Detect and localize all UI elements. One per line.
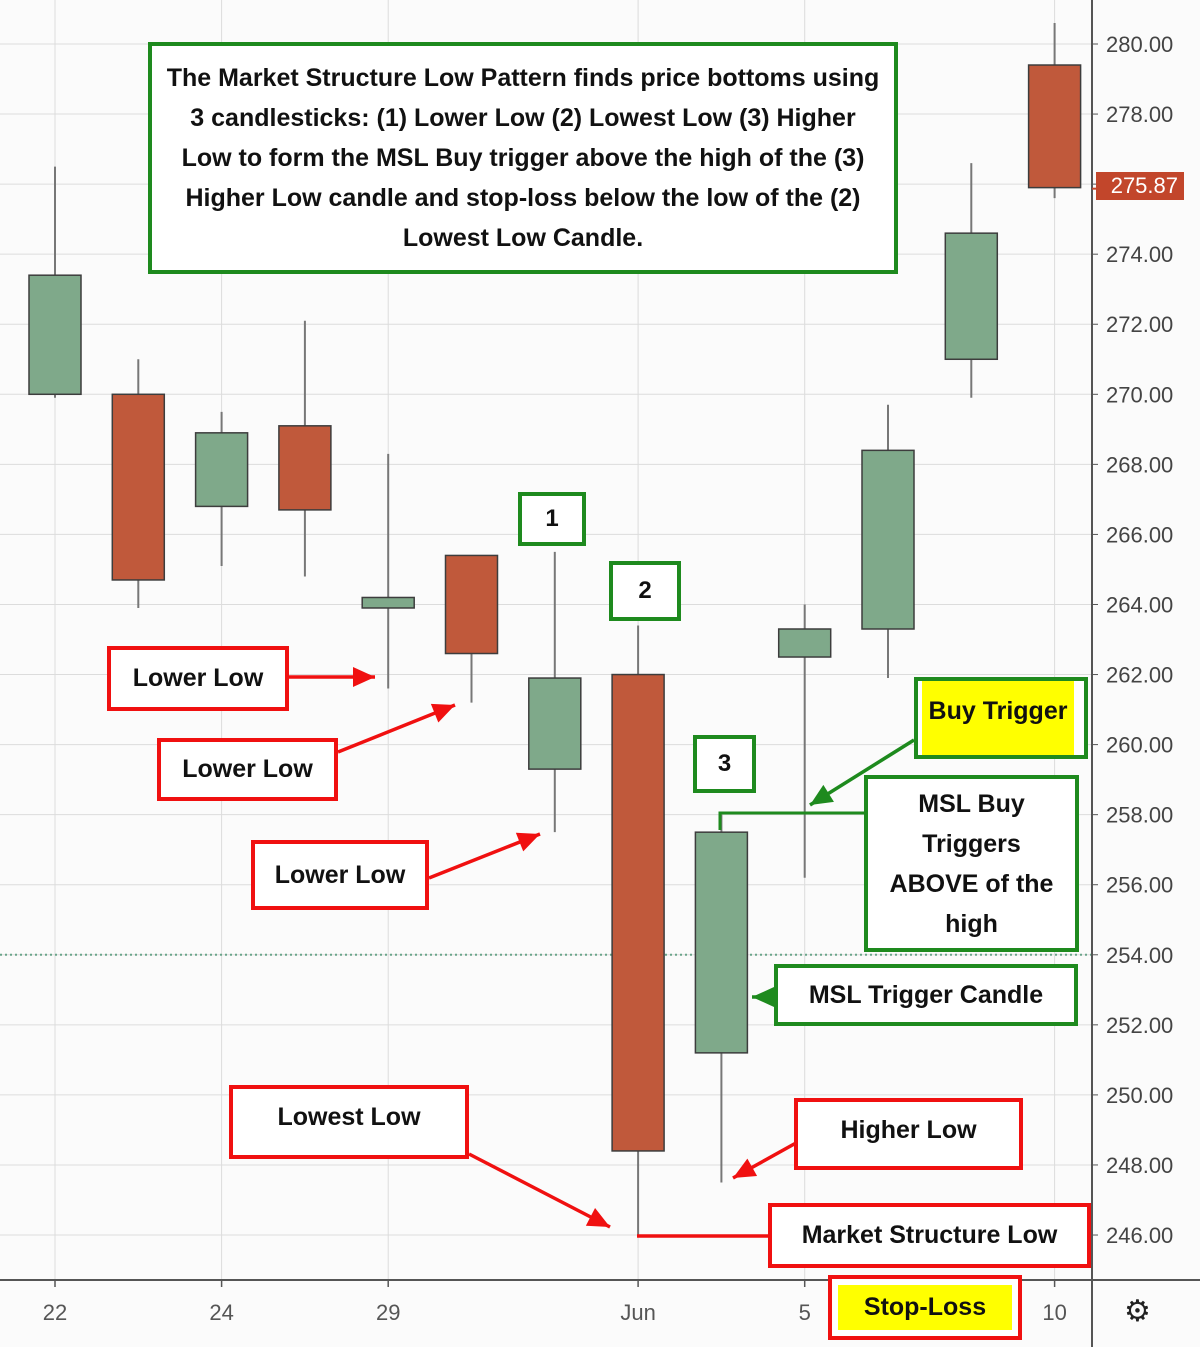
lower-low-label-c: Lower Low bbox=[251, 840, 429, 910]
lowest-low-label: Lowest Low bbox=[229, 1085, 469, 1159]
higher-low-label: Higher Low bbox=[794, 1098, 1023, 1170]
candle-down bbox=[444, 554, 499, 703]
y-tick-label: 248.00 bbox=[1106, 1153, 1173, 1178]
x-tick-label: 24 bbox=[209, 1300, 233, 1325]
candle-up bbox=[694, 814, 749, 1183]
price-axis: 280.00278.00276.00274.00272.00270.00268.… bbox=[1091, 0, 1173, 1347]
y-tick-label: 278.00 bbox=[1106, 102, 1173, 127]
candle-body bbox=[528, 677, 582, 770]
candle-body bbox=[278, 425, 332, 511]
y-tick-label: 280.00 bbox=[1106, 32, 1173, 57]
candle-up bbox=[28, 166, 82, 398]
y-tick-label: 266.00 bbox=[1106, 522, 1173, 547]
y-tick-label: 250.00 bbox=[1106, 1083, 1173, 1108]
description-box: The Market Structure Low Pattern finds p… bbox=[148, 42, 898, 274]
candle-up bbox=[861, 404, 915, 679]
y-tick-label: 258.00 bbox=[1106, 803, 1173, 828]
label-2: 2 bbox=[609, 561, 681, 621]
y-tick-label: 254.00 bbox=[1106, 943, 1173, 968]
candle-body bbox=[694, 831, 749, 1054]
description-text: The Market Structure Low Pattern finds p… bbox=[166, 64, 880, 252]
msl-buy-triggers-label: MSL Buy Triggers ABOVE of the high bbox=[864, 775, 1079, 952]
last-price-tag: 275.87 bbox=[1096, 172, 1184, 200]
x-tick-label: Jun bbox=[620, 1300, 655, 1325]
stop-loss-text: Stop-Loss bbox=[838, 1285, 1012, 1330]
y-tick-label: 264.00 bbox=[1106, 592, 1173, 617]
candle-body bbox=[111, 393, 166, 581]
candle-body bbox=[28, 274, 82, 396]
y-tick-label: 274.00 bbox=[1106, 242, 1173, 267]
candle-body bbox=[861, 449, 915, 630]
buy-trigger-text: Buy Trigger bbox=[922, 681, 1074, 755]
buy-trigger-label: Buy Trigger bbox=[914, 677, 1088, 759]
x-tick-label: 10 bbox=[1042, 1300, 1066, 1325]
label-3: 3 bbox=[693, 735, 756, 793]
label-1: 1 bbox=[518, 492, 586, 546]
lower-low-label-b: Lower Low bbox=[157, 738, 338, 801]
candle-up bbox=[944, 163, 999, 398]
y-tick-label: 256.00 bbox=[1106, 873, 1173, 898]
candle-up bbox=[777, 604, 832, 878]
x-tick-label: 22 bbox=[43, 1300, 67, 1325]
lower-low-label-a: Lower Low bbox=[107, 646, 289, 711]
candle-up bbox=[528, 551, 582, 833]
candle-body bbox=[777, 628, 832, 658]
y-tick-label: 268.00 bbox=[1106, 452, 1173, 477]
candle-up bbox=[361, 453, 415, 689]
stop-loss-label: Stop-Loss bbox=[828, 1275, 1022, 1340]
y-tick-label: 270.00 bbox=[1106, 382, 1173, 407]
buy-trigger-arrow-head bbox=[810, 784, 834, 805]
market-structure-low-label: Market Structure Low bbox=[768, 1203, 1091, 1268]
candle-body bbox=[611, 673, 665, 1152]
msl-trigger-candle-arrow-head bbox=[752, 987, 774, 1007]
candle-body bbox=[444, 554, 499, 655]
y-tick-label: 262.00 bbox=[1106, 663, 1173, 688]
y-tick-label: 252.00 bbox=[1106, 1013, 1173, 1038]
x-tick-label: 5 bbox=[799, 1300, 811, 1325]
y-tick-label: 272.00 bbox=[1106, 312, 1173, 337]
candle-down bbox=[278, 320, 332, 577]
candle-down bbox=[111, 359, 166, 608]
msl-trigger-candle-label: MSL Trigger Candle bbox=[774, 964, 1078, 1026]
candle-body bbox=[944, 232, 999, 361]
y-tick-label: 246.00 bbox=[1106, 1223, 1173, 1248]
x-tick-label: 29 bbox=[376, 1300, 400, 1325]
candle-body bbox=[1027, 64, 1082, 189]
y-tick-label: 260.00 bbox=[1106, 733, 1173, 758]
candle-up bbox=[194, 411, 249, 566]
candle-down bbox=[611, 625, 665, 1236]
msl-high-line bbox=[718, 811, 864, 830]
candle-down bbox=[1027, 22, 1082, 199]
candle-body bbox=[194, 432, 249, 508]
candle-body bbox=[361, 596, 415, 609]
lower-low-arrow-a-head bbox=[353, 667, 375, 687]
settings-gear-icon[interactable]: ⚙ bbox=[1124, 1294, 1151, 1329]
